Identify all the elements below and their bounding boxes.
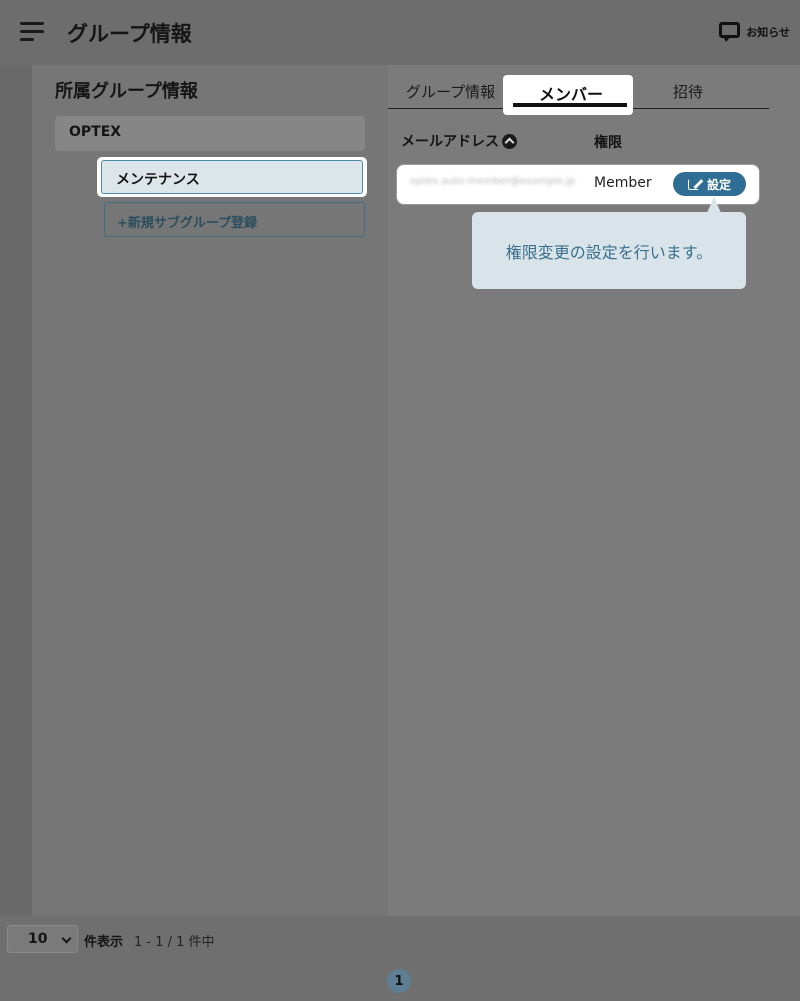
app-header: グループ情報 お知らせ xyxy=(0,0,800,65)
tab-member[interactable]: メンバー xyxy=(503,75,633,115)
subgroup-highlight: メンテナンス xyxy=(97,157,367,197)
active-tab-indicator xyxy=(513,103,627,107)
role-setting-label: 設定 xyxy=(706,177,731,192)
member-role: Member xyxy=(594,175,652,191)
page-size-label: 件表示 xyxy=(84,935,124,950)
tab-group-info[interactable]: グループ情報 xyxy=(406,81,495,102)
page-button-1[interactable]: 1 xyxy=(387,969,411,993)
subgroup-item-maintenance[interactable]: メンテナンス xyxy=(101,160,363,194)
chevron-down-icon xyxy=(61,933,72,944)
role-setting-button[interactable]: 設定 xyxy=(673,172,746,196)
tab-member-label: メンバー xyxy=(539,85,604,104)
notice-button[interactable]: お知らせ xyxy=(719,22,790,42)
hamburger-menu-icon[interactable] xyxy=(20,22,46,44)
chevron-up-circle-icon[interactable] xyxy=(502,133,517,149)
tab-bar: グループ情報 メンバー 招待 xyxy=(388,75,769,115)
parent-group-item[interactable]: OPTEX xyxy=(55,116,365,151)
page-size-value: 10 xyxy=(28,931,48,947)
group-detail-panel: グループ情報 メンバー 招待 メールアドレス 権限 optex.auto-mem… xyxy=(388,65,800,916)
result-range: 1 - 1 / 1 件中 xyxy=(134,935,215,950)
edit-icon xyxy=(687,177,704,191)
left-gutter xyxy=(0,65,32,916)
column-header-role: 権限 xyxy=(594,135,622,151)
tooltip-text: 権限変更の設定を行います。 xyxy=(505,242,713,262)
section-title: 所属グループ情報 xyxy=(55,81,198,102)
tooltip-arrow xyxy=(707,197,721,213)
add-subgroup-button[interactable]: +新規サブグループ登録 xyxy=(104,202,365,237)
column-header-email-label: メールアドレス xyxy=(401,134,499,150)
guide-tooltip: 権限変更の設定を行います。 xyxy=(472,212,746,289)
pagination-footer: 10 件表示 1 - 1 / 1 件中 1 xyxy=(0,916,800,1001)
member-email: optex.auto-member@example.jp xyxy=(410,176,576,187)
notice-label: お知らせ xyxy=(746,26,790,39)
column-header-email[interactable]: メールアドレス xyxy=(401,131,517,151)
chat-bubble-icon xyxy=(719,22,741,42)
table-row: optex.auto-member@example.jp Member 設定 xyxy=(396,164,760,205)
tab-invite[interactable]: 招待 xyxy=(673,81,703,102)
group-tree-panel: 所属グループ情報 OPTEX メンテナンス +新規サブグループ登録 xyxy=(32,65,388,916)
page-size-select[interactable]: 10 xyxy=(7,925,78,953)
page-title: グループ情報 xyxy=(67,22,192,46)
